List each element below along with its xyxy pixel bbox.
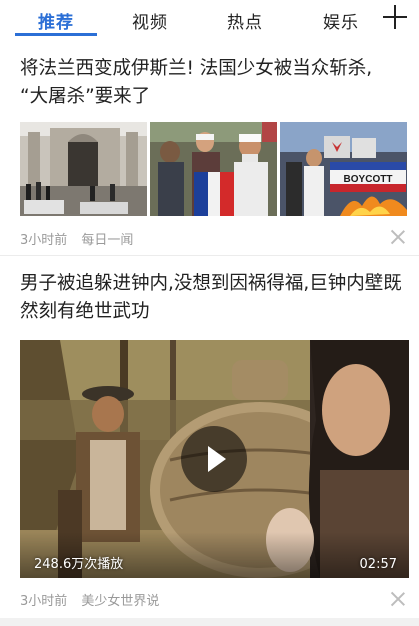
- play-count: 248.6万次播放: [34, 557, 124, 572]
- dismiss-icon[interactable]: [390, 592, 405, 606]
- channel-tab-bar: 推荐 视频 热点 娱乐: [0, 0, 419, 44]
- tab-video[interactable]: 视频: [132, 8, 168, 33]
- tab-recommend[interactable]: 推荐: [38, 8, 74, 33]
- article-thumbnail-church[interactable]: [20, 122, 147, 216]
- article-source[interactable]: 美少女世界说: [81, 594, 159, 609]
- article-thumbnail-boycott[interactable]: BOYCOTT: [280, 122, 407, 216]
- tab-entertainment[interactable]: 娱乐: [323, 8, 359, 33]
- article-title-line: 然刻有绝世武功: [20, 301, 150, 322]
- play-icon[interactable]: [181, 426, 247, 492]
- article-meta: 3小时前 美少女世界说: [20, 590, 169, 609]
- divider: [0, 618, 419, 626]
- publish-time: 3小时前: [20, 594, 68, 609]
- dismiss-icon[interactable]: [390, 230, 405, 244]
- article-title[interactable]: 将法兰西变成伊斯兰! 法国少女被当众斩杀, “大屠杀”要来了: [20, 55, 405, 111]
- add-channel-icon[interactable]: [383, 5, 407, 29]
- article-thumbnail-protest[interactable]: [150, 122, 277, 216]
- article-title-line: 男子被追躲进钟内,没想到因祸得福,巨钟内壁既: [20, 273, 402, 294]
- tab-hot[interactable]: 热点: [227, 8, 263, 33]
- article-meta: 3小时前 每日一闻: [20, 229, 143, 248]
- divider: [0, 255, 419, 256]
- article-title-line: “大屠杀”要来了: [20, 86, 151, 107]
- video-duration: 02:57: [359, 557, 397, 572]
- boycott-sign-text: BOYCOTT: [344, 174, 393, 185]
- article-title-line: 将法兰西变成伊斯兰! 法国少女被当众斩杀,: [20, 58, 373, 79]
- video-player[interactable]: 248.6万次播放 02:57: [20, 340, 409, 578]
- active-tab-indicator: [15, 33, 97, 36]
- publish-time: 3小时前: [20, 233, 68, 248]
- article-title[interactable]: 男子被追躲进钟内,没想到因祸得福,巨钟内壁既 然刻有绝世武功: [20, 270, 405, 326]
- article-source[interactable]: 每日一闻: [81, 233, 133, 248]
